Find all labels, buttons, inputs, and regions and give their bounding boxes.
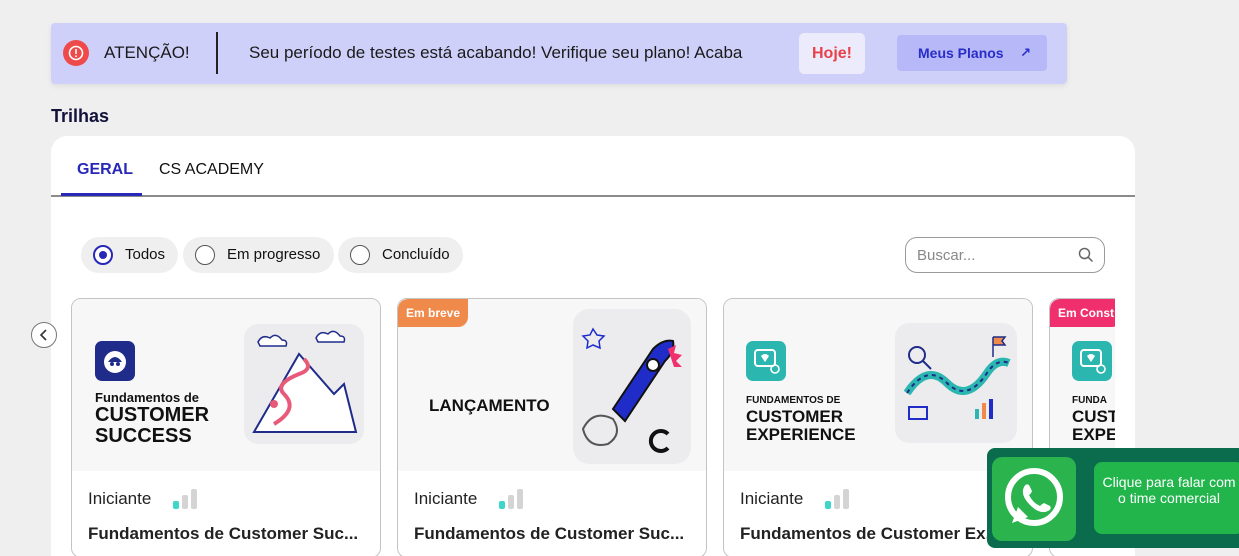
thumb-line: FUNDAMENTOS DE: [746, 395, 841, 406]
tab-bar: GERAL CS ACADEMY: [51, 136, 1135, 197]
card-level: Iniciante: [414, 489, 478, 508]
attention-label: ATENÇÃO!: [104, 43, 190, 62]
journey-illustration-icon: [895, 323, 1017, 443]
active-tab-indicator: [61, 193, 142, 196]
status-badge: Em Const: [1050, 299, 1115, 327]
cs-logo-icon: [95, 341, 135, 381]
trail-card[interactable]: LANÇAMENTO Em breve Iniciante Fundamento…: [397, 298, 707, 556]
tab-geral[interactable]: GERAL: [77, 161, 133, 179]
trails-panel: GERAL CS ACADEMY Todos Em progresso Conc…: [51, 136, 1135, 556]
rocket-illustration-icon: [573, 309, 691, 464]
trial-warning-banner: ATENÇÃO! Seu período de testes está acab…: [51, 23, 1067, 84]
search-icon: [1078, 247, 1094, 263]
my-plans-label: Meus Planos: [918, 45, 1004, 61]
card-title: Fundamentos de Customer Ex...: [740, 524, 1000, 543]
filter-label: Todos: [125, 246, 166, 263]
level-bars-icon: [173, 489, 199, 509]
deadline-badge: Hoje!: [799, 33, 865, 74]
filter-em-progresso[interactable]: Em progresso: [183, 237, 334, 273]
filter-label: Concluído: [382, 246, 450, 263]
carousel-prev-button[interactable]: [31, 322, 57, 348]
card-title: Fundamentos de Customer Suc...: [414, 524, 685, 543]
level-bars-icon: [499, 489, 525, 509]
card-level: Iniciante: [740, 489, 804, 508]
tab-cs-academy[interactable]: CS ACADEMY: [159, 161, 264, 179]
filter-label: Em progresso: [227, 246, 321, 263]
thumb-line: CUSTOMER: [95, 404, 210, 426]
radio-icon: [195, 245, 215, 265]
thumb-line: SUCCESS: [95, 425, 192, 447]
card-thumbnail: Fundamentos de CUSTOMER SUCCESS: [72, 299, 380, 471]
whatsapp-widget[interactable]: Clique para falar com o time comercial: [987, 448, 1239, 548]
banner-divider: [216, 32, 218, 74]
chevron-left-icon: [39, 329, 47, 341]
thumb-line: FUNDA: [1072, 395, 1107, 406]
status-badge: Em breve: [398, 299, 469, 327]
thumb-line: EXPE: [1072, 425, 1115, 444]
alert-icon: [63, 40, 89, 66]
trial-message: Seu período de testes está acabando! Ver…: [249, 43, 743, 62]
search-placeholder: Buscar...: [917, 247, 976, 264]
cx-logo-icon: [746, 341, 786, 381]
card-level: Iniciante: [88, 489, 152, 508]
filter-concluido[interactable]: Concluído: [338, 237, 463, 273]
radio-selected-icon: [93, 245, 113, 265]
mountain-illustration-icon: [244, 324, 364, 444]
card-thumbnail: FUNDAMENTOS DE CUSTOMER EXPERIENCE: [724, 299, 1032, 471]
my-plans-button[interactable]: Meus Planos ↗: [897, 35, 1047, 71]
filter-todos[interactable]: Todos: [81, 237, 178, 273]
thumb-line: LANÇAMENTO: [429, 396, 550, 415]
cx-logo-icon: [1072, 341, 1112, 381]
whatsapp-icon[interactable]: [992, 457, 1076, 541]
thumb-line: CUST: [1072, 407, 1115, 426]
thumb-line: CUSTOMER: [746, 407, 843, 426]
search-input[interactable]: Buscar...: [905, 237, 1105, 273]
trail-card[interactable]: Fundamentos de CUSTOMER SUCCESS Iniciant…: [71, 298, 381, 556]
radio-icon: [350, 245, 370, 265]
thumb-line: Fundamentos de: [95, 390, 200, 405]
thumb-line: EXPERIENCE: [746, 425, 856, 444]
whatsapp-cta[interactable]: Clique para falar com o time comercial: [1094, 462, 1239, 534]
trail-carousel: Fundamentos de CUSTOMER SUCCESS Iniciant…: [71, 298, 1115, 556]
level-bars-icon: [825, 489, 851, 509]
external-arrow-icon: ↗: [1020, 45, 1031, 60]
section-title: Trilhas: [51, 106, 110, 126]
card-title: Fundamentos de Customer Suc...: [88, 524, 359, 543]
